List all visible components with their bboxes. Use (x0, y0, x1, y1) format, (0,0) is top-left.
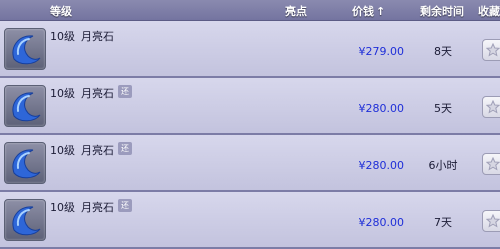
item-title: 月亮石 (81, 144, 114, 157)
item-price: ¥279.00 (358, 45, 405, 58)
listing-row[interactable]: 10级 月亮石 ¥279.00 8天 (0, 21, 500, 78)
item-time-left: 5天 (434, 102, 452, 115)
favorite-button[interactable] (482, 153, 500, 175)
item-time-left: 8天 (434, 45, 452, 58)
favorite-button[interactable] (482, 39, 500, 61)
item-level: 10级 (50, 30, 75, 43)
item-name: 10级 月亮石 (50, 199, 114, 215)
column-header-price[interactable]: 价钱 ↑ (352, 3, 385, 19)
column-header-highlights: 亮点 (285, 5, 307, 18)
favorite-button[interactable] (482, 96, 500, 118)
listing-rows: 10级 月亮石 ¥279.00 8天 10级 月亮石 还 ¥280.00 5天 10… (0, 21, 500, 249)
moonstone-icon (4, 85, 46, 127)
returnable-badge: 还 (118, 199, 132, 212)
favorite-button[interactable] (482, 210, 500, 232)
star-icon (486, 43, 500, 57)
item-title: 月亮石 (81, 201, 114, 214)
item-level: 10级 (50, 201, 75, 214)
item-level: 10级 (50, 144, 75, 157)
item-name: 10级 月亮石 (50, 28, 114, 44)
returnable-badge: 还 (118, 142, 132, 155)
market-listing-panel: 等级 亮点 价钱 ↑ 剩余时间 收藏 10级 月亮石 ¥279.00 8天 10级月… (0, 0, 500, 249)
price-header-label: 价钱 (352, 5, 374, 18)
column-header-level: 等级 (50, 5, 72, 18)
star-icon (486, 157, 500, 171)
listing-row[interactable]: 10级 月亮石 还 ¥280.00 7天 (0, 192, 500, 249)
star-icon (486, 100, 500, 114)
column-header-favorite: 收藏 (478, 5, 500, 18)
item-name: 10级 月亮石 (50, 142, 114, 158)
item-title: 月亮石 (81, 87, 114, 100)
item-title: 月亮石 (81, 30, 114, 43)
listing-row[interactable]: 10级 月亮石 还 ¥280.00 6小时 (0, 135, 500, 192)
table-header: 等级 亮点 价钱 ↑ 剩余时间 收藏 (0, 0, 500, 21)
returnable-badge: 还 (118, 85, 132, 98)
star-icon (486, 214, 500, 228)
item-price: ¥280.00 (358, 216, 405, 229)
item-time-left: 6小时 (428, 159, 458, 172)
moonstone-icon (4, 142, 46, 184)
moonstone-icon (4, 28, 46, 70)
item-time-left: 7天 (434, 216, 452, 229)
item-name: 10级 月亮石 (50, 85, 114, 101)
item-price: ¥280.00 (358, 159, 405, 172)
item-price: ¥280.00 (358, 102, 405, 115)
moonstone-icon (4, 199, 46, 241)
listing-row[interactable]: 10级 月亮石 还 ¥280.00 5天 (0, 78, 500, 135)
column-header-time-left: 剩余时间 (420, 5, 464, 18)
item-level: 10级 (50, 87, 75, 100)
sort-ascending-icon: ↑ (376, 5, 386, 18)
